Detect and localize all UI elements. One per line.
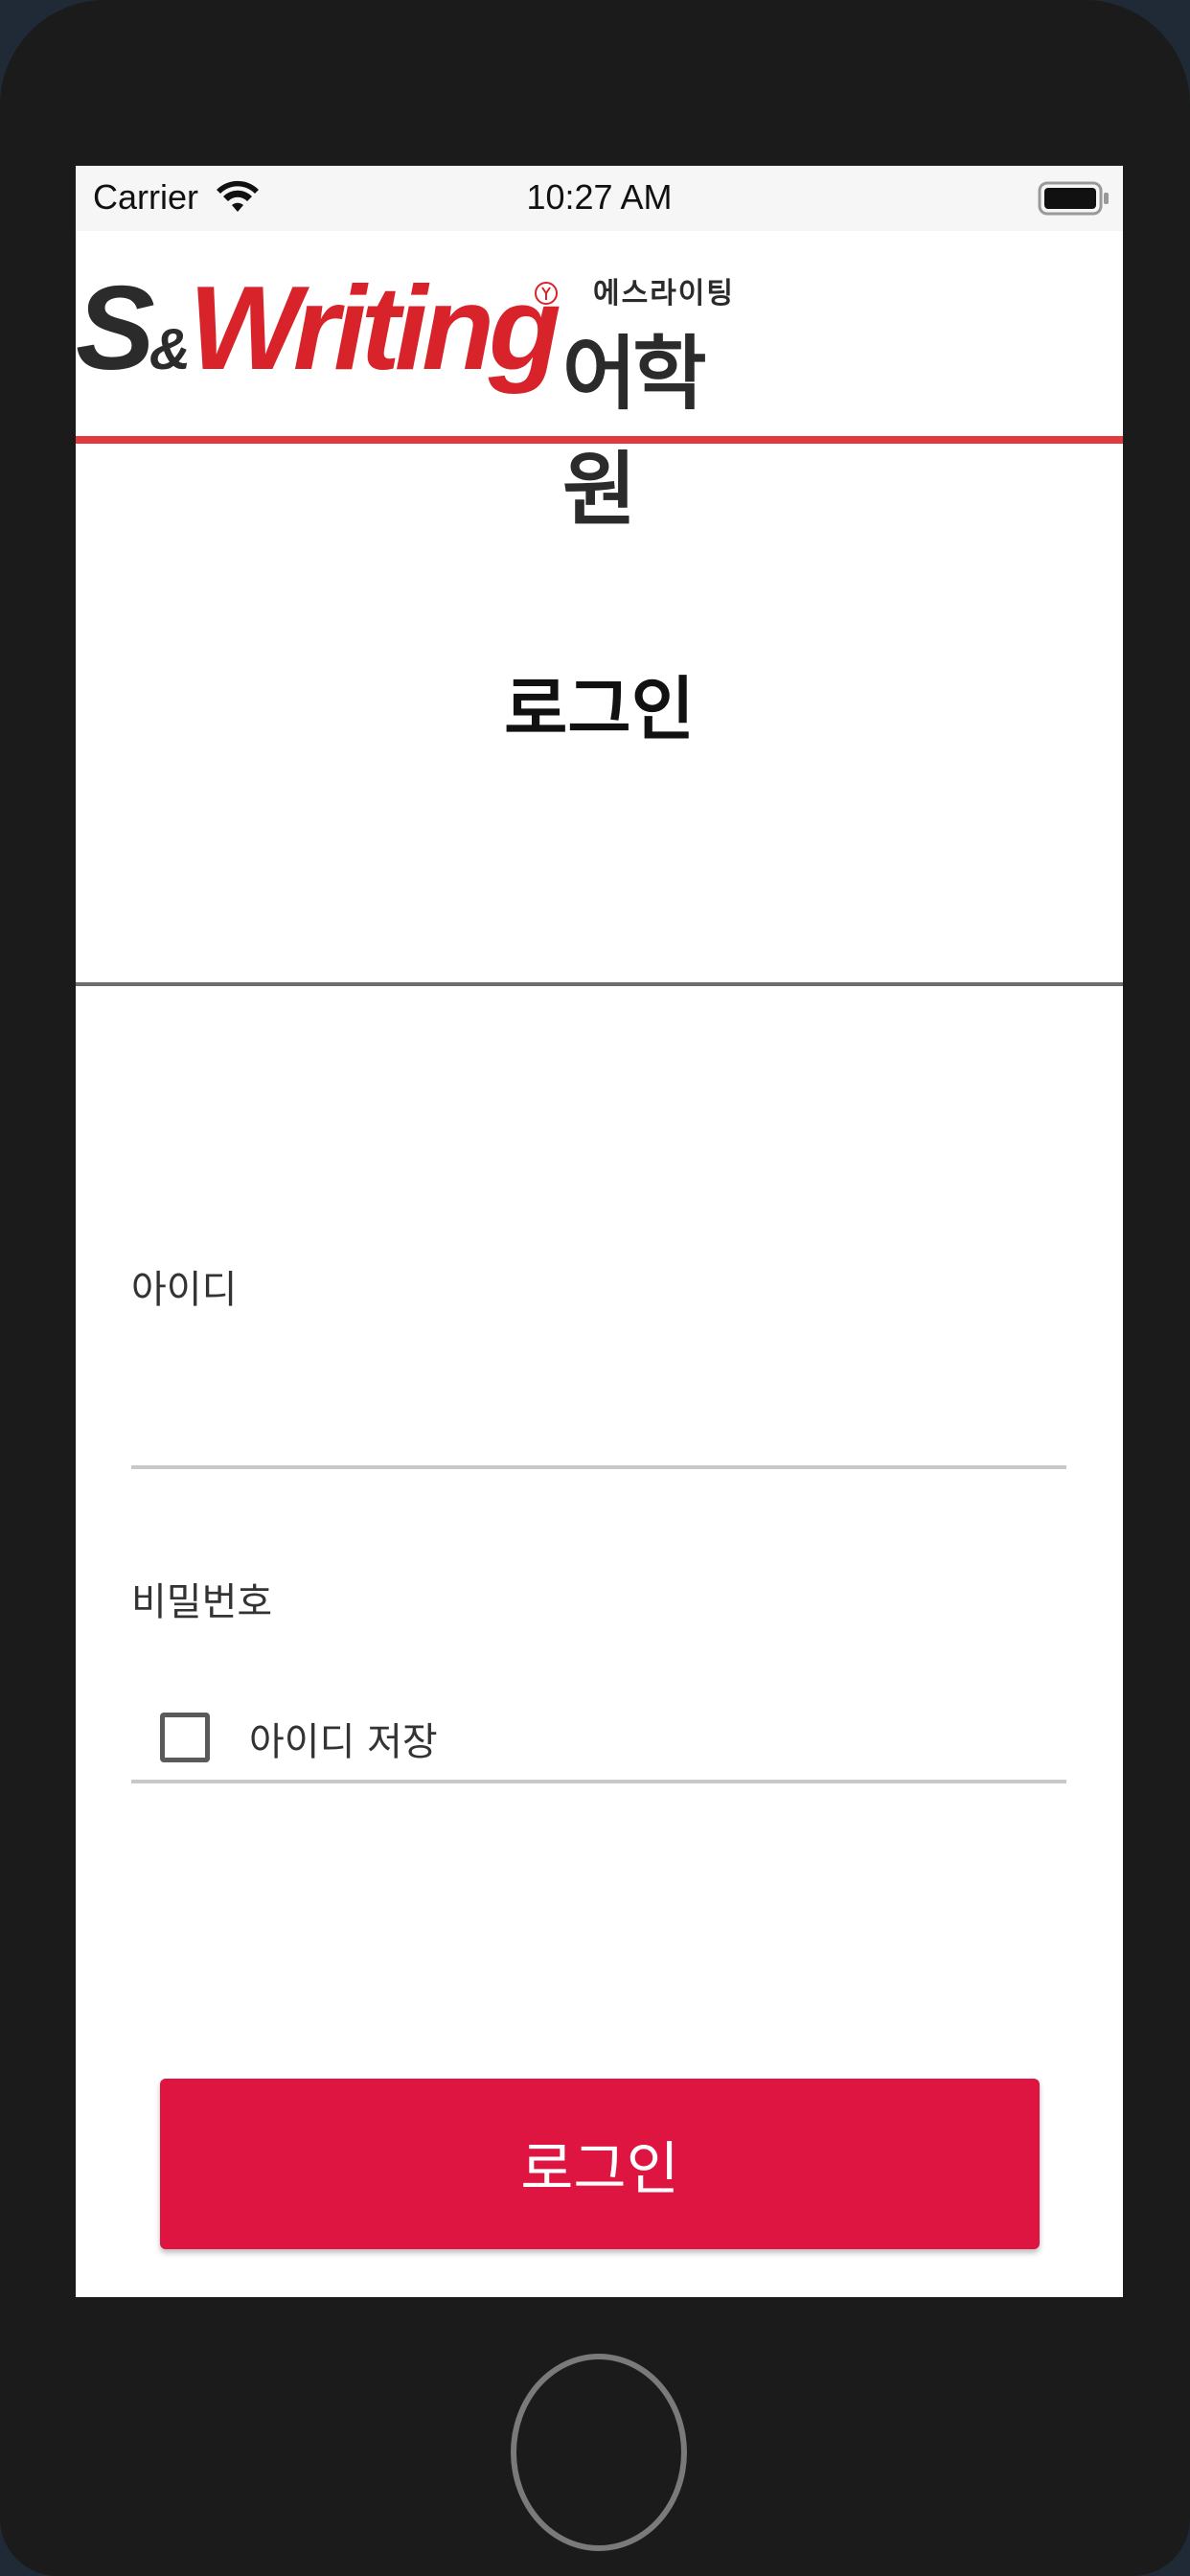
logo-s: S	[76, 263, 155, 395]
title-section: 로그인	[76, 451, 1123, 986]
device-frame: Carrier 10:27 AM S&Writing 에스라이팅 어학원 로그인…	[0, 0, 1190, 2576]
logo-small-text: 에스라이팅	[593, 277, 735, 310]
id-label: 아이디	[131, 1268, 238, 1312]
home-button[interactable]	[511, 2354, 687, 2551]
login-button[interactable]: 로그인	[160, 2079, 1040, 2249]
registered-mark-icon	[535, 282, 558, 305]
remember-id-label[interactable]: 아이디 저장	[249, 1711, 438, 1766]
logo-amp: &	[149, 317, 191, 381]
brand-logo: S&Writing 에스라이팅 어학원	[76, 269, 766, 537]
password-label: 비밀번호	[131, 1580, 273, 1624]
logo-wordmark: S&Writing	[76, 269, 561, 409]
id-input[interactable]	[131, 1383, 1066, 1469]
app-screen: Carrier 10:27 AM S&Writing 에스라이팅 어학원 로그인…	[76, 166, 1123, 2297]
battery-icon	[1038, 181, 1109, 216]
logo-header: S&Writing 에스라이팅 어학원	[76, 231, 1123, 537]
remember-id-checkbox[interactable]	[160, 1713, 210, 1762]
status-time: 10:27 AM	[526, 177, 673, 217]
status-bar: Carrier 10:27 AM	[76, 166, 1123, 231]
logo-writing: Writing	[189, 263, 561, 395]
page-title: 로그인	[504, 669, 695, 749]
